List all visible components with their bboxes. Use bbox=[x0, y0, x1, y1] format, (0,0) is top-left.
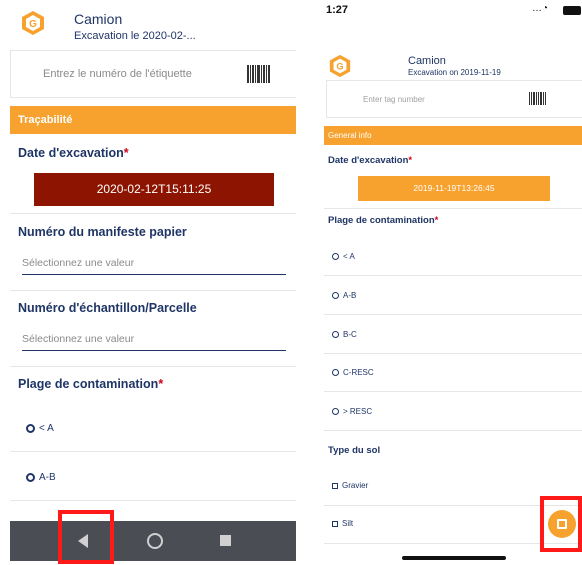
ios-screen: 1:27 …◔ G Camion Excavation on 2019-11-1… bbox=[316, 0, 582, 565]
checkbox-option[interactable]: Gravier bbox=[332, 481, 368, 490]
section-title: General info bbox=[328, 131, 372, 140]
status-time: 1:27 bbox=[326, 4, 349, 16]
manifest-label: Numéro du manifeste papier bbox=[18, 225, 187, 239]
save-highlight-box bbox=[540, 496, 582, 552]
date-label: Date d'excavation* bbox=[328, 155, 413, 166]
android-screen: G Camion Excavation le 2020-02-... Entre… bbox=[0, 0, 296, 565]
wifi-icon: …◔ bbox=[532, 3, 549, 14]
checkbox-option[interactable]: Silt bbox=[332, 519, 353, 528]
app-title: Camion bbox=[74, 11, 123, 27]
divider bbox=[10, 366, 296, 367]
svg-text:G: G bbox=[29, 19, 37, 30]
tag-placeholder: Entrez le numéro de l'étiquette bbox=[43, 68, 192, 80]
section-title: Traçabilité bbox=[18, 114, 73, 126]
divider bbox=[10, 451, 296, 452]
home-indicator[interactable] bbox=[402, 556, 506, 560]
radio-icon bbox=[26, 473, 35, 482]
barcode-icon[interactable] bbox=[247, 65, 271, 83]
tag-number-input[interactable]: Enter tag number bbox=[326, 80, 582, 118]
home-icon[interactable] bbox=[147, 533, 163, 549]
android-nav-bar bbox=[10, 521, 296, 561]
sample-select[interactable]: Sélectionnez une valeur bbox=[22, 333, 286, 351]
radio-option[interactable]: < A bbox=[26, 423, 54, 434]
contamination-label: Plage de contamination* bbox=[328, 215, 439, 226]
app-title: Camion bbox=[408, 55, 446, 67]
barcode-icon[interactable] bbox=[529, 92, 547, 105]
radio-icon bbox=[332, 408, 339, 415]
radio-option[interactable]: A-B bbox=[26, 472, 56, 483]
divider bbox=[324, 314, 582, 315]
date-value-button[interactable]: 2019-11-19T13:26:45 bbox=[358, 176, 550, 201]
app-logo-icon: G bbox=[328, 54, 352, 78]
tag-placeholder: Enter tag number bbox=[363, 95, 425, 104]
tag-number-input[interactable]: Entrez le numéro de l'étiquette bbox=[10, 50, 296, 98]
divider bbox=[10, 213, 296, 214]
app-header: G Camion Excavation le 2020-02-... bbox=[0, 0, 296, 48]
section-header: Traçabilité bbox=[10, 106, 296, 134]
divider bbox=[324, 275, 582, 276]
date-value-button[interactable]: 2020-02-12T15:11:25 bbox=[34, 173, 274, 206]
svg-text:G: G bbox=[336, 62, 343, 72]
app-logo-icon: G bbox=[20, 10, 46, 36]
radio-option[interactable]: C-RESC bbox=[332, 368, 374, 377]
radio-option[interactable]: A-B bbox=[332, 291, 356, 300]
checkbox-icon bbox=[332, 520, 338, 527]
section-header: General info bbox=[324, 126, 582, 145]
divider bbox=[324, 430, 582, 431]
divider bbox=[324, 353, 582, 354]
contamination-label: Plage de contamination* bbox=[18, 377, 164, 391]
soil-type-label: Type du sol bbox=[328, 445, 381, 456]
divider bbox=[324, 208, 582, 209]
radio-icon bbox=[332, 331, 339, 338]
radio-icon bbox=[332, 292, 339, 299]
radio-icon bbox=[332, 369, 339, 376]
radio-icon bbox=[26, 424, 35, 433]
radio-option[interactable]: < A bbox=[332, 252, 355, 261]
app-subtitle: Excavation on 2019-11-19 bbox=[408, 68, 501, 77]
battery-icon bbox=[563, 6, 581, 15]
radio-option[interactable]: > RESC bbox=[332, 407, 372, 416]
app-subtitle: Excavation le 2020-02-... bbox=[74, 30, 196, 42]
divider bbox=[324, 391, 582, 392]
radio-icon bbox=[332, 253, 339, 260]
sample-label: Numéro d'échantillon/Parcelle bbox=[18, 301, 197, 315]
manifest-select[interactable]: Sélectionnez une valeur bbox=[22, 257, 286, 275]
recents-icon[interactable] bbox=[220, 535, 231, 546]
divider bbox=[10, 290, 296, 291]
checkbox-icon bbox=[332, 482, 338, 489]
radio-option[interactable]: B-C bbox=[332, 330, 357, 339]
divider bbox=[10, 500, 296, 501]
back-highlight-box bbox=[58, 510, 114, 564]
date-label: Date d'excavation* bbox=[18, 146, 129, 160]
